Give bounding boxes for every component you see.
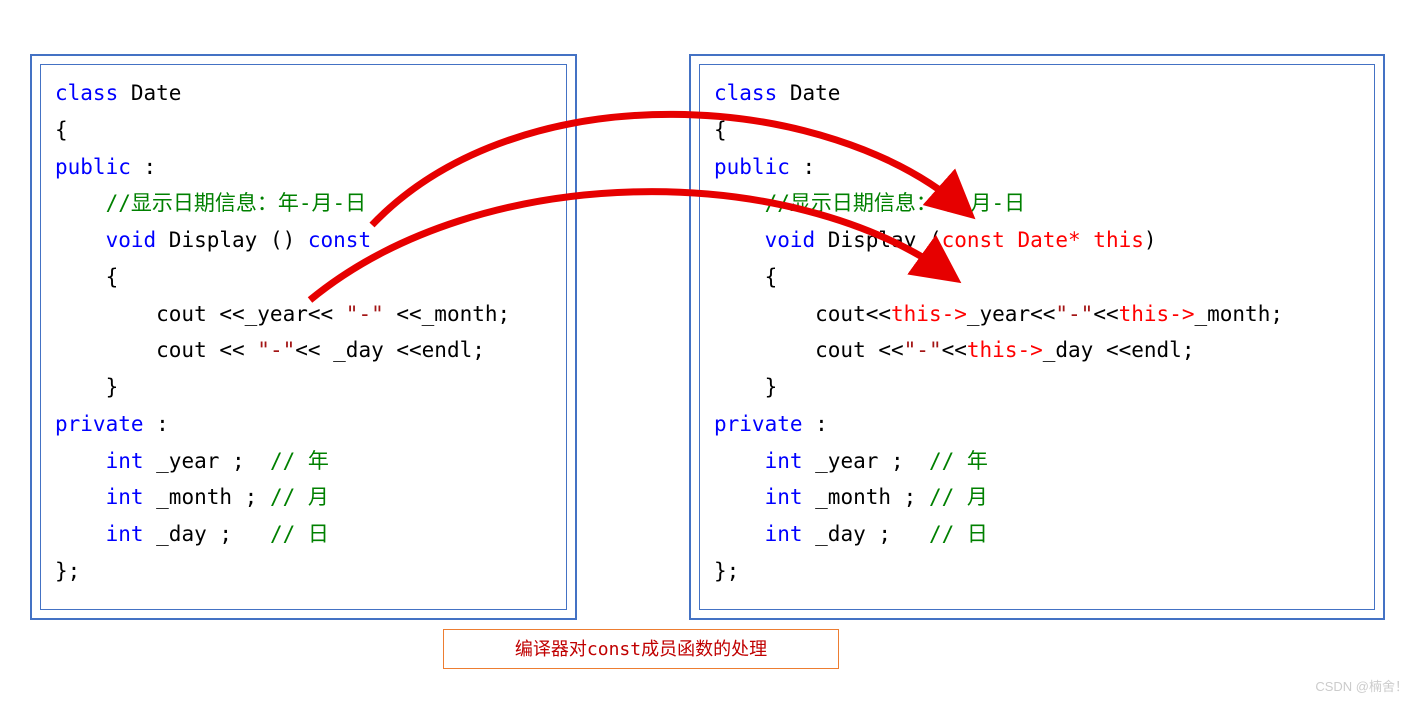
kw-class: class	[714, 81, 777, 105]
comment-header: //显示日期信息：年-月-日	[714, 191, 1025, 215]
kw-const: const	[308, 228, 371, 252]
kw-void: void	[714, 228, 815, 252]
left-code-inner: class Date { public : //显示日期信息：年-月-日 voi…	[40, 64, 567, 610]
right-code: class Date { public : //显示日期信息：年-月-日 voi…	[714, 75, 1360, 590]
kw-private: private	[55, 412, 144, 436]
kw-void: void	[55, 228, 156, 252]
kw-public: public	[714, 155, 790, 179]
brace-open: {	[55, 118, 68, 142]
id-date: Date	[118, 81, 181, 105]
left-code-box: class Date { public : //显示日期信息：年-月-日 voi…	[30, 54, 577, 620]
right-code-box: class Date { public : //显示日期信息：年-月-日 voi…	[689, 54, 1385, 620]
param-const-this: const Date* this	[942, 228, 1144, 252]
kw-private: private	[714, 412, 803, 436]
kw-public: public	[55, 155, 131, 179]
right-code-inner: class Date { public : //显示日期信息：年-月-日 voi…	[699, 64, 1375, 610]
id-date: Date	[777, 81, 840, 105]
left-code: class Date { public : //显示日期信息：年-月-日 voi…	[55, 75, 552, 590]
comment-header: //显示日期信息：年-月-日	[55, 191, 366, 215]
kw-class: class	[55, 81, 118, 105]
caption-box: 编译器对const成员函数的处理	[443, 629, 839, 669]
watermark: CSDN @楠舍！	[1315, 676, 1408, 695]
